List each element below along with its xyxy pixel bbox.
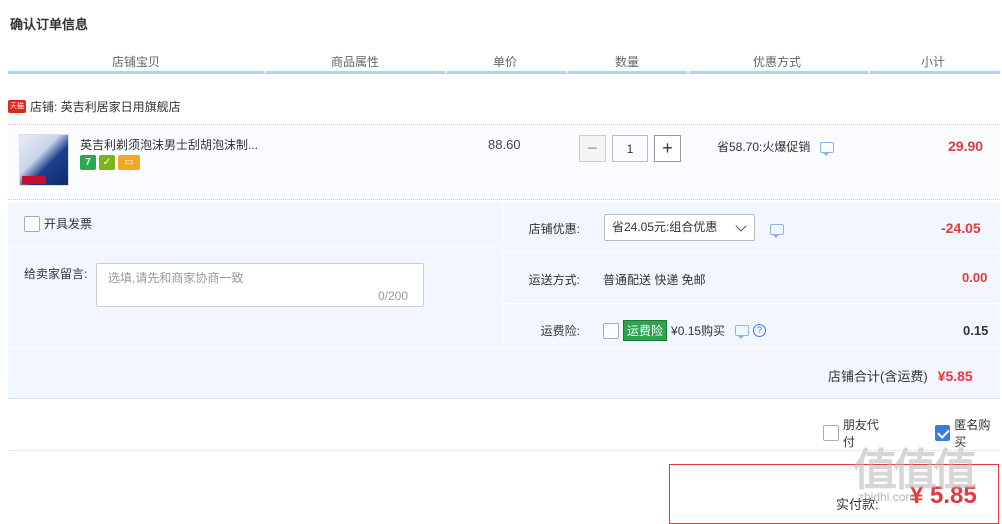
header-divider <box>264 70 266 73</box>
header-divider <box>445 70 447 73</box>
item-subtotal: 29.90 <box>948 138 984 154</box>
help-icon[interactable]: ? <box>753 324 767 337</box>
page-title: 确认订单信息 <box>10 17 89 32</box>
invoice-checkbox[interactable] <box>24 215 40 232</box>
invoice-option[interactable]: 开具发票 <box>24 215 92 232</box>
panel-divider <box>8 348 1000 349</box>
chat-icon[interactable] <box>735 325 750 339</box>
friend-pay-checkbox[interactable] <box>823 425 839 441</box>
panel-divider <box>502 202 503 348</box>
column-header-quantity: 数量 <box>614 55 640 69</box>
tmall-icon: 天猫 <box>8 99 26 113</box>
shipping-amount: 0.00 <box>962 270 988 285</box>
header-divider <box>868 70 870 73</box>
service-icons: 7 ✓ ▭ <box>80 155 140 170</box>
message-label: 给卖家留言: <box>24 267 88 281</box>
insurance-option: 运费险 ¥0.15购买 ? <box>603 320 767 341</box>
divider <box>8 450 1000 451</box>
shop-total: 店铺合计(含运费) ¥5.85 <box>828 366 973 385</box>
header-divider <box>687 70 689 73</box>
shop-discount-selected: 省24.05元:组合优惠 <box>612 220 718 234</box>
shipping-label: 运送方式: <box>528 273 580 287</box>
chevron-down-icon <box>735 220 747 232</box>
shop-total-label: 店铺合计(含运费) <box>828 369 928 384</box>
message-placeholder: 选填,请先和商家协商一致 <box>108 271 244 285</box>
quantity-input[interactable]: 1 <box>612 135 648 162</box>
column-header-price: 单价 <box>492 55 518 69</box>
invoice-label: 开具发票 <box>44 217 93 231</box>
insurance-label: 运费险: <box>540 324 580 338</box>
panel-divider <box>8 246 502 247</box>
shop-row: 天猫 店铺: 英吉利居家日用旗舰店 <box>8 98 181 114</box>
column-header-item: 店铺宝贝 <box>111 55 161 69</box>
shop-discount-amount: -24.05 <box>941 220 981 236</box>
unit-price: 88.60 <box>488 137 521 152</box>
message-char-count: 0/200 <box>378 289 409 303</box>
credit-card-icon[interactable]: ▭ <box>118 155 140 170</box>
chat-icon[interactable] <box>819 142 834 157</box>
chat-icon[interactable] <box>770 224 784 239</box>
insurance-amount: 0.15 <box>963 323 989 338</box>
seven-day-return-icon[interactable]: 7 <box>80 155 96 170</box>
insurance-price: ¥0.15购买 <box>671 324 726 338</box>
shield-icon[interactable]: ✓ <box>99 155 115 170</box>
shipping-method: 普通配送 快递 免邮 <box>603 273 706 287</box>
product-thumbnail[interactable] <box>19 134 69 186</box>
shop-total-value: ¥5.85 <box>937 368 973 384</box>
column-header-subtotal: 小计 <box>920 55 946 69</box>
watermark-logo: 值值值 <box>853 446 977 495</box>
column-header-attributes: 商品属性 <box>330 55 380 69</box>
header-divider <box>566 70 568 73</box>
product-title-link[interactable]: 英吉利剃须泡沫男士刮胡泡沫制... <box>80 136 258 153</box>
table-header: 店铺宝贝 商品属性 单价 数量 优惠方式 小计 <box>8 48 1000 74</box>
quantity-minus-button[interactable]: − <box>579 135 606 162</box>
shop-name-link[interactable]: 店铺: 英吉利居家日用旗舰店 <box>30 98 181 115</box>
panel-divider <box>503 303 1000 304</box>
shop-discount-label: 店铺优惠: <box>528 222 580 236</box>
column-header-discount: 优惠方式 <box>752 55 802 69</box>
quantity-plus-button[interactable]: + <box>654 135 681 162</box>
promotion-info: 省58.70:火爆促销 <box>717 138 834 157</box>
promotion-text: 省58.70:火爆促销 <box>717 140 811 154</box>
shop-discount-select[interactable]: 省24.05元:组合优惠 <box>604 214 755 241</box>
insurance-badge: 运费险 <box>623 320 668 341</box>
quantity-stepper: − 1 + <box>579 135 681 162</box>
watermark-url: zhidhi.com <box>858 490 916 504</box>
insurance-checkbox[interactable] <box>603 322 619 339</box>
panel-divider <box>503 251 1000 252</box>
